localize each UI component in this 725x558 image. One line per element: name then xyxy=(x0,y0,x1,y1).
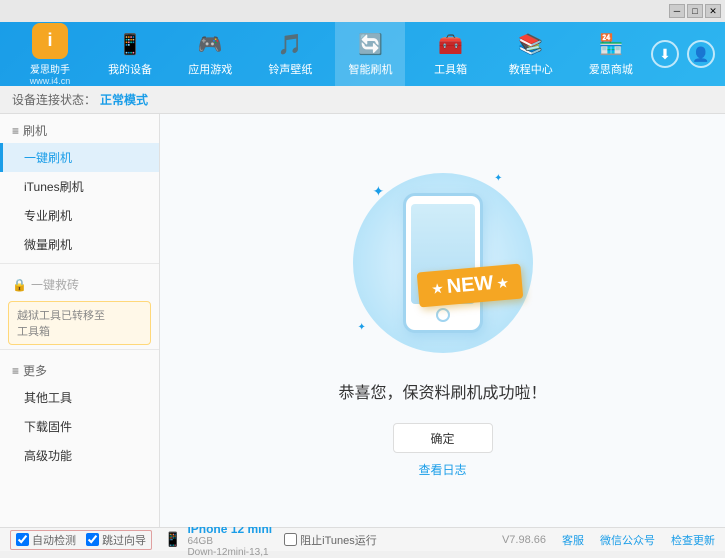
game-icon: 🎮 xyxy=(198,32,223,57)
store-icon: 🏪 xyxy=(598,32,623,57)
wechat-link[interactable]: 微信公众号 xyxy=(600,532,655,548)
bottom-bar: 自动检测 跳过向导 📱 iPhone 12 mini 64GB Down-12m… xyxy=(0,527,725,551)
itunes-checkbox[interactable] xyxy=(284,533,297,546)
itunes-control: 阻止iTunes运行 xyxy=(284,532,377,548)
sidebar: ≡ 刷机 一键刷机 iTunes刷机 专业刷机 微量刷机 🔒 一键救砖 越狱工具… xyxy=(0,114,160,527)
status-bar: 设备连接状态： 正常模式 xyxy=(0,86,725,114)
nav-tutorial[interactable]: 📚 教程中心 xyxy=(496,22,566,86)
device-phone-icon: 📱 xyxy=(164,531,181,548)
sidebar-divider-2 xyxy=(0,349,159,350)
skip-wizard-checkbox[interactable] xyxy=(86,533,99,546)
nav-ringtone[interactable]: 🎵 铃声壁纸 xyxy=(255,22,325,86)
new-badge: ★ NEW ★ xyxy=(418,268,522,303)
status-label: 设备连接状态： xyxy=(12,91,96,108)
content-area: ✦ ✦ ✦ ★ NEW ★ 恭喜您，保资料刷机成功啦！ 确定 查看日志 xyxy=(160,114,725,527)
header-right: ⬇ 👤 xyxy=(651,40,715,68)
logo-icon: i xyxy=(32,23,68,59)
sidebar-item-pro-flash[interactable]: 专业刷机 xyxy=(0,201,159,230)
sidebar-item-one-key-flash[interactable]: 一键刷机 xyxy=(0,143,159,172)
lock-icon: 🔒 xyxy=(12,278,27,292)
logo-letter: i xyxy=(47,30,52,51)
close-button[interactable]: ✕ xyxy=(705,4,721,18)
sidebar-section-flash: ≡ 刷机 xyxy=(0,114,159,143)
success-message: 恭喜您，保资料刷机成功啦！ xyxy=(338,379,546,403)
minimize-button[interactable]: ─ xyxy=(669,4,685,18)
sparkle-icon-3: ✦ xyxy=(358,322,366,333)
nav-toolbox[interactable]: 🧰 工具箱 xyxy=(416,22,486,86)
download-button[interactable]: ⬇ xyxy=(651,40,679,68)
header: i 爱思助手 www.i4.cn 📱 我的设备 🎮 应用游戏 🎵 铃声壁纸 🔄 … xyxy=(0,22,725,86)
nav-smart-flash[interactable]: 🔄 智能刷机 xyxy=(335,22,405,86)
nav-bar: 📱 我的设备 🎮 应用游戏 🎵 铃声壁纸 🔄 智能刷机 🧰 工具箱 📚 教程中心… xyxy=(90,22,651,86)
check-update-link[interactable]: 检查更新 xyxy=(671,532,715,548)
sidebar-section-rescue: 🔒 一键救砖 xyxy=(0,268,159,297)
version-text: V7.98.66 xyxy=(502,534,546,546)
sparkle-icon-2: ✦ xyxy=(494,173,502,184)
user-button[interactable]: 👤 xyxy=(687,40,715,68)
book-icon: 📚 xyxy=(518,32,543,57)
action-buttons: 确定 查看日志 xyxy=(393,423,493,478)
sparkle-icon-1: ✦ xyxy=(373,183,385,200)
title-bar: ─ □ ✕ xyxy=(0,0,725,22)
sidebar-item-micro-flash[interactable]: 微量刷机 xyxy=(0,230,159,259)
toolbox-icon: 🧰 xyxy=(438,32,463,57)
logo-text: 爱思助手 www.i4.cn xyxy=(30,61,71,86)
phone-illustration: ✦ ✦ ✦ ★ NEW ★ xyxy=(343,163,543,363)
flash-icon: 🔄 xyxy=(358,32,383,57)
skip-wizard-label[interactable]: 跳过向导 xyxy=(86,532,146,548)
auto-detect-checkbox[interactable] xyxy=(16,533,29,546)
customer-service-link[interactable]: 客服 xyxy=(562,532,584,548)
sidebar-divider-1 xyxy=(0,263,159,264)
logo: i 爱思助手 www.i4.cn xyxy=(10,23,90,86)
nav-my-device[interactable]: 📱 我的设备 xyxy=(95,22,165,86)
sidebar-item-download-firmware[interactable]: 下载固件 xyxy=(0,412,159,441)
section-flash-icon: ≡ xyxy=(12,124,19,138)
log-link[interactable]: 查看日志 xyxy=(418,461,466,478)
nav-store[interactable]: 🏪 爱思商城 xyxy=(576,22,646,86)
sidebar-item-itunes-flash[interactable]: iTunes刷机 xyxy=(0,172,159,201)
nav-app-game[interactable]: 🎮 应用游戏 xyxy=(175,22,245,86)
device-storage: 64GB xyxy=(187,536,272,547)
phone-shape xyxy=(403,193,483,333)
sidebar-warning: 越狱工具已转移至 工具箱 xyxy=(8,301,151,345)
window-controls[interactable]: ─ □ ✕ xyxy=(669,4,721,18)
music-icon: 🎵 xyxy=(278,32,303,57)
phone-home-button xyxy=(436,308,450,322)
confirm-button[interactable]: 确定 xyxy=(393,423,493,453)
star-icon-left: ★ xyxy=(432,281,444,296)
sidebar-section-more: ≡ 更多 xyxy=(0,354,159,383)
star-icon-right: ★ xyxy=(497,275,509,290)
phone-icon: 📱 xyxy=(118,32,143,57)
bottom-right: V7.98.66 客服 微信公众号 检查更新 xyxy=(502,532,715,548)
new-ribbon: ★ NEW ★ xyxy=(417,264,524,308)
device-system: Down-12mini-13,1 xyxy=(187,547,272,558)
sidebar-item-other-tools[interactable]: 其他工具 xyxy=(0,383,159,412)
more-icon: ≡ xyxy=(12,364,19,378)
maximize-button[interactable]: □ xyxy=(687,4,703,18)
main-area: ≡ 刷机 一键刷机 iTunes刷机 专业刷机 微量刷机 🔒 一键救砖 越狱工具… xyxy=(0,114,725,527)
itunes-label: 阻止iTunes运行 xyxy=(300,532,377,548)
checkbox-group: 自动检测 跳过向导 xyxy=(10,530,152,550)
sidebar-item-advanced[interactable]: 高级功能 xyxy=(0,441,159,470)
status-value: 正常模式 xyxy=(100,91,148,108)
new-text: NEW xyxy=(446,272,494,299)
auto-detect-label[interactable]: 自动检测 xyxy=(16,532,76,548)
